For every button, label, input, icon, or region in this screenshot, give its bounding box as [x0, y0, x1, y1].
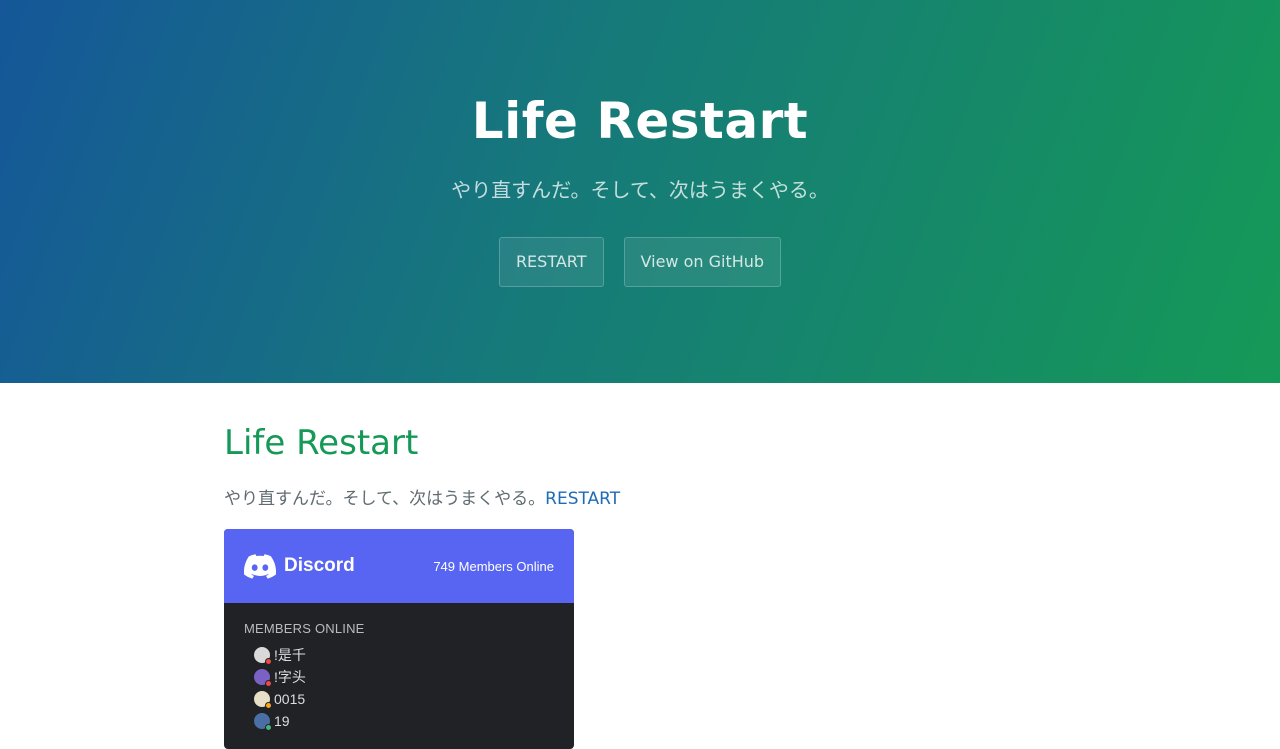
page-header: Life Restart やり直すんだ。そして、次はうまくやる。 RESTART…	[0, 0, 1280, 383]
content-paragraph-text: やり直すんだ。そして、次はうまくやる。	[224, 489, 546, 509]
view-on-github-button[interactable]: View on GitHub	[623, 237, 782, 287]
members-online-label: MEMBERS ONLINE	[244, 621, 365, 636]
member-name: !字头	[274, 669, 306, 685]
member-avatar	[254, 669, 272, 687]
member-avatar	[254, 713, 272, 731]
member-avatar	[254, 647, 272, 665]
member-name: !是千	[274, 647, 306, 663]
restart-button[interactable]: RESTART	[498, 237, 604, 287]
content-heading: Life Restart	[224, 423, 419, 463]
member-name: 0015	[274, 691, 306, 707]
status-indicator-icon	[265, 680, 272, 687]
restart-link[interactable]: RESTART	[545, 489, 620, 509]
member-name: 19	[274, 713, 290, 729]
member-item[interactable]: !是千	[244, 644, 554, 666]
discord-widget[interactable]: Discord 749 Members Online MEMBERS ONLIN…	[224, 529, 574, 749]
discord-icon	[244, 553, 276, 579]
status-indicator-icon	[265, 658, 272, 665]
member-item[interactable]: 19	[244, 710, 554, 732]
project-tagline: やり直すんだ。そして、次はうまくやる。	[451, 178, 829, 202]
discord-logo[interactable]: Discord	[244, 553, 355, 579]
member-list: !是千 !字头 0015 19	[244, 644, 554, 732]
content-paragraph: やり直すんだ。そして、次はうまくやる。RESTART	[224, 487, 1056, 511]
status-indicator-icon	[265, 702, 272, 709]
status-indicator-icon	[265, 724, 272, 731]
project-title: Life Restart	[471, 92, 809, 150]
member-avatar	[254, 691, 272, 709]
discord-widget-header: Discord 749 Members Online	[224, 529, 574, 603]
members-online-count: 749 Members Online	[433, 558, 554, 574]
discord-widget-body: MEMBERS ONLINE !是千 !字头 0015 19	[224, 603, 574, 732]
hero-button-group: RESTART View on GitHub	[0, 237, 1280, 287]
member-item[interactable]: 0015	[244, 688, 554, 710]
discord-brand-name: Discord	[284, 555, 355, 576]
main-content: Life Restart やり直すんだ。そして、次はうまくやる。RESTART	[224, 383, 1056, 511]
member-item[interactable]: !字头	[244, 666, 554, 688]
